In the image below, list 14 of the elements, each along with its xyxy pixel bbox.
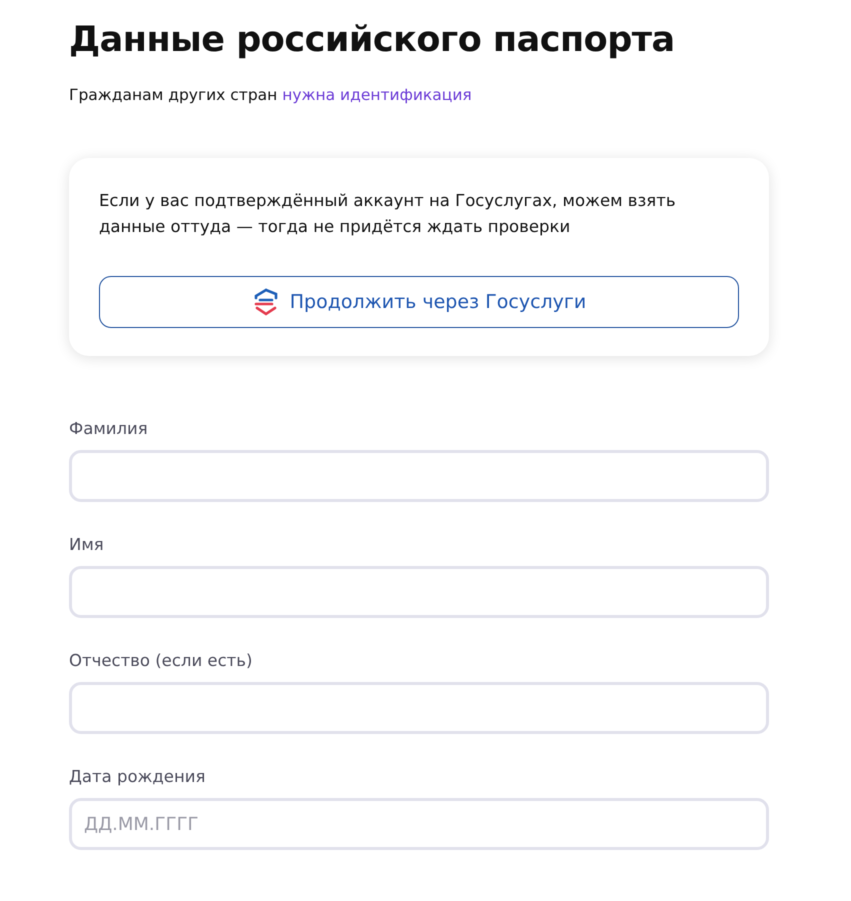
subtitle-text: Гражданам других стран нужна идентификация (69, 85, 473, 106)
page-title: Данные российского паспорта (69, 19, 676, 62)
input-field[interactable] (69, 682, 769, 734)
identification-link[interactable]: нужна идентификация (282, 86, 472, 104)
input-field[interactable] (69, 450, 769, 502)
field-label: Фамилия (69, 418, 149, 440)
gosuslugi-button[interactable]: Продолжить через Госуслуги (99, 276, 739, 328)
input-field[interactable] (69, 566, 769, 618)
field-label: Имя (69, 534, 105, 556)
shield-icon (252, 288, 280, 316)
card-text: Если у вас подтверждённый аккаунт на Госуслугах, можем взять данные оттуда — тогда не придётся ждать проверки (99, 190, 677, 238)
field-label: Дата рождения (69, 766, 206, 788)
field-label: Отчество (если есть) (69, 650, 254, 672)
input-field[interactable]: ДД.ММ.ГГГГ (69, 798, 769, 850)
